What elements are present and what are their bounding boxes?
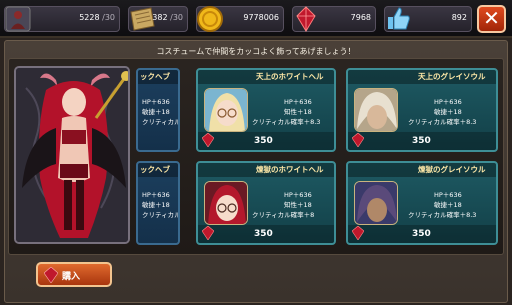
character-silhouette-icon bbox=[5, 6, 31, 32]
costume-stat-3: クリティカル bbox=[142, 118, 180, 126]
red-gem-icon bbox=[44, 267, 58, 283]
costume-stat-hp: HP＋636 bbox=[434, 191, 462, 199]
red-gem-icon bbox=[202, 133, 214, 147]
costume-name: 煉獄のホワイトヘル bbox=[256, 165, 324, 174]
costume-stat-2: 敏捷＋18 bbox=[142, 201, 170, 209]
costume-stat-hp: HP＋636 bbox=[142, 98, 170, 106]
buy-button[interactable]: 購入 bbox=[36, 262, 112, 287]
costume-card-1[interactable]: ックヘブ HP＋636 敏捷＋18 クリティカル bbox=[136, 68, 180, 152]
demon-character-illustration bbox=[16, 68, 128, 242]
costume-card-3[interactable]: 天上のグレイソウル HP＋636 敏捷＋18 クリティカル確率＋8.3 350 bbox=[346, 68, 498, 152]
costume-stat-3: クリティカル確率＋8.3 bbox=[252, 118, 321, 126]
costume-stat-hp: HP＋636 bbox=[284, 98, 312, 106]
character-portrait bbox=[14, 66, 130, 244]
stamina-value: 5228 bbox=[79, 13, 100, 22]
costume-name: 煉獄のグレイソウル bbox=[418, 165, 486, 174]
costume-card-5[interactable]: 煉獄のホワイトヘル HP＋636 知性＋18 クリティカル確率＋8 350 bbox=[196, 161, 336, 245]
costume-price: 350 bbox=[412, 136, 431, 146]
gold-coin-icon bbox=[197, 6, 223, 32]
instruction-text: コスチュームで仲間をカッコよく飾ってあげましょう！ bbox=[156, 47, 356, 56]
gold-value: 9778006 bbox=[243, 13, 279, 22]
costume-stat-hp: HP＋636 bbox=[434, 98, 462, 106]
costume-avatar-image bbox=[204, 88, 248, 132]
costume-stat-3: クリティカル確率＋8.3 bbox=[408, 211, 477, 219]
costume-avatar-image bbox=[354, 181, 398, 225]
red-gem-icon bbox=[202, 226, 214, 240]
costume-stat-2: 知性＋18 bbox=[284, 201, 312, 209]
costume-stat-hp: HP＋636 bbox=[142, 191, 170, 199]
likes-value: 892 bbox=[451, 13, 467, 22]
stamina-counter: 5228 /30 bbox=[4, 6, 120, 32]
costume-stat-hp: HP＋636 bbox=[284, 191, 312, 199]
thumbs-up-icon bbox=[388, 7, 410, 30]
costume-card-6[interactable]: 煉獄のグレイソウル HP＋636 敏捷＋18 クリティカル確率＋8.3 350 bbox=[346, 161, 498, 245]
costume-price: 350 bbox=[254, 229, 273, 239]
gold-counter: 9778006 bbox=[196, 6, 284, 32]
gem-value: 7968 bbox=[350, 13, 371, 22]
costume-stat-2: 敏捷＋18 bbox=[434, 108, 462, 116]
close-button[interactable]: ✕ bbox=[477, 5, 506, 33]
stamina-cap: /30 bbox=[102, 13, 115, 22]
resource-bar: 5228 /30 382 /30 9778006 7968 892 ✕ bbox=[0, 0, 512, 38]
costume-stat-2: 知性＋18 bbox=[284, 108, 312, 116]
costume-stat-2: 敏捷＋18 bbox=[434, 201, 462, 209]
costume-card-4[interactable]: ックヘブ HP＋636 敏捷＋18 クリティカル bbox=[136, 161, 180, 245]
costume-name: ックヘブ bbox=[140, 165, 170, 174]
costume-name: 天上のホワイトヘル bbox=[256, 72, 324, 81]
costume-stat-2: 敏捷＋18 bbox=[142, 108, 170, 116]
scroll-counter: 382 /30 bbox=[128, 6, 188, 32]
red-gem-icon bbox=[352, 226, 364, 240]
costume-card-2[interactable]: 天上のホワイトヘル HP＋636 知性＋18 クリティカル確率＋8.3 350 bbox=[196, 68, 336, 152]
scroll-value: 382 bbox=[152, 13, 168, 22]
buy-button-label: 購入 bbox=[62, 272, 81, 282]
red-gem-icon bbox=[352, 133, 364, 147]
costume-avatar-image bbox=[204, 181, 248, 225]
costume-name: ックヘブ bbox=[140, 72, 170, 81]
costume-price: 350 bbox=[254, 136, 273, 146]
costume-stat-3: クリティカル bbox=[142, 211, 180, 219]
scroll-cap: /30 bbox=[170, 13, 183, 22]
costume-avatar-image bbox=[354, 88, 398, 132]
costume-stat-3: クリティカル確率＋8 bbox=[252, 211, 315, 219]
costume-price: 350 bbox=[412, 229, 431, 239]
costume-name: 天上のグレイソウル bbox=[418, 72, 486, 81]
costume-stat-3: クリティカル確率＋8.3 bbox=[408, 118, 477, 126]
gem-counter: 7968 bbox=[292, 6, 376, 32]
likes-counter: 892 bbox=[384, 6, 472, 32]
red-gem-icon bbox=[296, 6, 316, 32]
